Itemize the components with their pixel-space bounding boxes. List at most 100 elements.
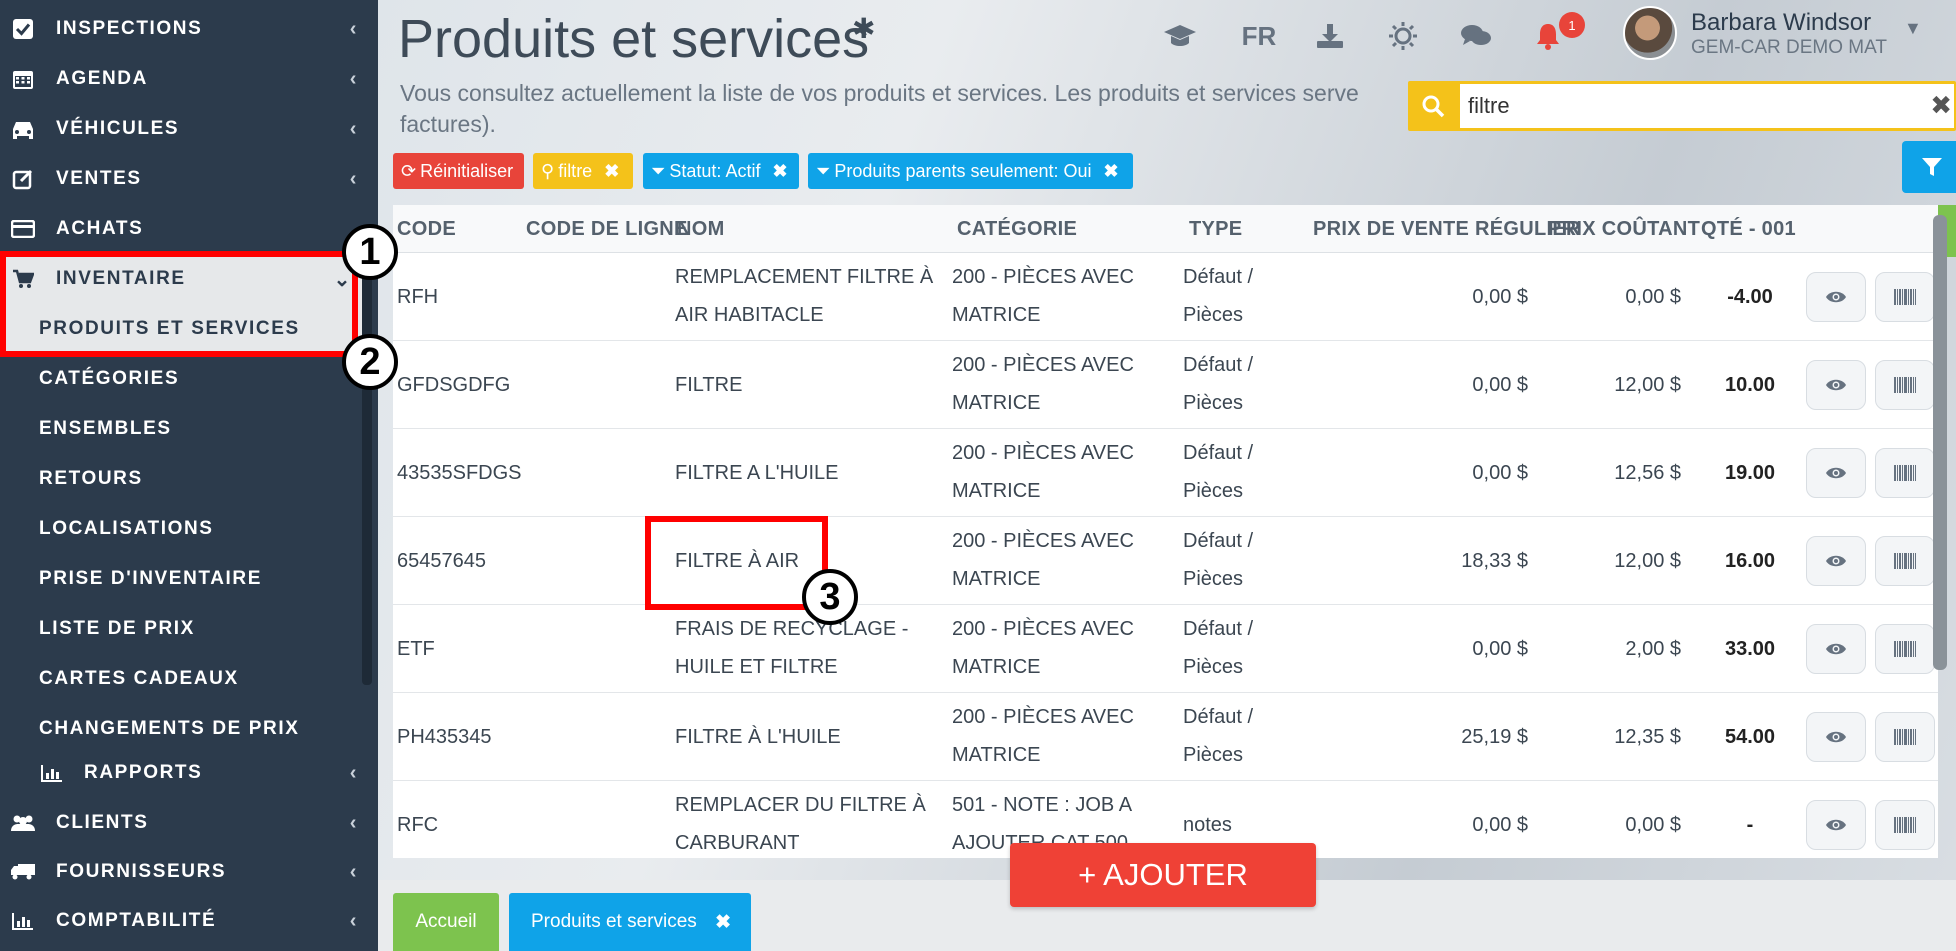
view-button[interactable] <box>1806 624 1866 674</box>
sidebar-subitem-changements-de-prix[interactable]: CHANGEMENTS DE PRIX <box>0 704 362 754</box>
avatar[interactable] <box>1623 6 1677 60</box>
add-button[interactable]: + AJOUTER <box>1010 843 1316 907</box>
column-header-code-ligne[interactable]: CODE DE LIGNE <box>526 205 688 253</box>
column-header-code[interactable]: CODE <box>397 205 456 253</box>
column-header-nom[interactable]: NOM <box>677 205 725 253</box>
cell-type-line: Défaut / <box>1183 706 1254 728</box>
table-row[interactable]: 43535SFDGS FILTRE A L'HUILE 200 - PIÈCES … <box>393 429 1938 517</box>
cell-categorie-line: 200 - PIÈCES AVEC <box>952 530 1134 552</box>
bar-chart-icon <box>10 910 36 932</box>
barcode-icon <box>1894 641 1916 657</box>
sidebar-subitem-label: PRISE D'INVENTAIRE <box>39 568 262 589</box>
chevron-left-icon: ‹ <box>349 860 358 883</box>
barcode-button[interactable] <box>1875 712 1935 762</box>
cell-code: RFC <box>397 814 439 836</box>
table-row[interactable]: 65457645 FILTRE À AIR 200 - PIÈCES AVEC M… <box>393 517 1938 605</box>
sidebar-item-ventes[interactable]: VENTES ‹ <box>0 154 378 204</box>
sidebar-item-clients[interactable]: CLIENTS ‹ <box>0 798 378 848</box>
gear-icon[interactable]: ✱ <box>852 12 875 45</box>
annotation-marker: 1 <box>342 224 398 280</box>
reset-filters-button[interactable]: ⟳ Réinitialiser <box>393 153 524 189</box>
sidebar-subitem-cartes-cadeaux[interactable]: CARTES CADEAUX <box>0 654 362 704</box>
sidebar-item-achats[interactable]: ACHATS <box>0 204 378 254</box>
table-row[interactable]: PH435345 FILTRE À L'HUILE 200 - PIÈCES AV… <box>393 693 1938 781</box>
column-header-categorie[interactable]: CATÉGORIE <box>957 205 1077 253</box>
barcode-button[interactable] <box>1875 360 1935 410</box>
search-icon[interactable] <box>1408 81 1458 131</box>
sidebar-subitem-label: CARTES CADEAUX <box>39 668 239 689</box>
table-row[interactable]: GFDSGDFG FILTRE 200 - PIÈCES AVEC MATRICE… <box>393 341 1938 429</box>
view-button[interactable] <box>1806 272 1866 322</box>
eye-icon <box>1826 819 1846 831</box>
column-header-type[interactable]: TYPE <box>1189 205 1242 253</box>
barcode-button[interactable] <box>1875 448 1935 498</box>
sidebar-subitem-categories[interactable]: CATÉGORIES <box>0 354 362 404</box>
sidebar-subitem-prise-inventaire[interactable]: PRISE D'INVENTAIRE <box>0 554 362 604</box>
tab-accueil[interactable]: Accueil <box>393 893 499 951</box>
parents-filter-chip[interactable]: ⏷ Produits parents seulement: Oui ✖ <box>808 153 1133 189</box>
table-scrollbar[interactable] <box>1933 215 1947 670</box>
sidebar-scrollbar[interactable] <box>362 260 372 685</box>
filter-panel-button[interactable] <box>1902 141 1956 193</box>
user-name[interactable]: Barbara Windsor <box>1691 9 1871 37</box>
chat-icon[interactable] <box>1456 18 1496 54</box>
cell-code: 43535SFDGS <box>397 462 522 484</box>
barcode-icon <box>1894 377 1916 393</box>
search-input[interactable] <box>1460 84 1954 128</box>
brightness-icon[interactable] <box>1383 18 1423 54</box>
sidebar-item-label: VENTES <box>56 168 142 189</box>
view-button[interactable] <box>1806 800 1866 850</box>
cell-type-line: Défaut / <box>1183 266 1254 288</box>
barcode-button[interactable] <box>1875 624 1935 674</box>
page-description-line: factures). <box>400 111 496 137</box>
barcode-button[interactable] <box>1875 800 1935 850</box>
close-icon[interactable]: ✖ <box>772 161 787 182</box>
sidebar-item-agenda[interactable]: AGENDA ‹ <box>0 54 378 104</box>
credit-card-icon <box>10 218 36 240</box>
close-icon[interactable]: ✖ <box>1104 161 1119 182</box>
sidebar-item-inspections[interactable]: INSPECTIONS ‹ <box>0 4 378 54</box>
download-icon[interactable] <box>1310 18 1350 54</box>
sidebar-subitem-rapports[interactable]: RAPPORTS ‹ <box>0 748 378 798</box>
column-header-qte[interactable]: QTÉ - 001 <box>1701 205 1796 253</box>
table-row[interactable]: ETF FRAIS DE RECYCLAGE - HUILE ET FILTRE… <box>393 605 1938 693</box>
filter-icon: ⏷ <box>816 160 831 181</box>
cell-nom-line: AIR HABITACLE <box>675 304 824 326</box>
cell-code: RFH <box>397 286 439 308</box>
barcode-icon <box>1894 817 1916 833</box>
sidebar-subitem-ensembles[interactable]: ENSEMBLES <box>0 404 362 454</box>
products-table: CODE CODE DE LIGNE NOM CATÉGORIE TYPE PR… <box>393 205 1938 858</box>
column-header-prix-coutant[interactable]: PRIX COÛTANT <box>1548 205 1700 253</box>
barcode-button[interactable] <box>1875 536 1935 586</box>
view-button[interactable] <box>1806 536 1866 586</box>
status-filter-chip[interactable]: ⏷ Statut: Actif ✖ <box>643 153 799 189</box>
chevron-left-icon: ‹ <box>349 909 358 932</box>
view-button[interactable] <box>1806 448 1866 498</box>
language-selector[interactable]: FR <box>1236 18 1282 54</box>
sidebar-subitem-localisations[interactable]: LOCALISATIONS <box>0 504 362 554</box>
cell-qte: 10.00 <box>1724 374 1776 396</box>
column-header-prix-vente[interactable]: PRIX DE VENTE RÉGULIER <box>1313 205 1581 253</box>
view-button[interactable] <box>1806 360 1866 410</box>
cell-nom: REMPLACER DU FILTRE À CARBURANT <box>675 786 926 858</box>
sidebar-subitem-liste-de-prix[interactable]: LISTE DE PRIX <box>0 604 362 654</box>
chevron-left-icon: ‹ <box>349 761 358 784</box>
close-icon[interactable]: ✖ <box>604 161 619 182</box>
cell-prix-vente: 0,00 $ <box>1472 638 1528 660</box>
close-icon[interactable]: ✖ <box>715 911 731 934</box>
table-row[interactable]: RFH REMPLACEMENT FILTRE À AIR HABITACLE … <box>393 253 1938 341</box>
sidebar-item-vehicules[interactable]: VÉHICULES ‹ <box>0 104 378 154</box>
search-filter-chip[interactable]: ⚲ filtre ✖ <box>533 153 633 189</box>
cell-type: Défaut / Pièces <box>1183 258 1253 334</box>
cell-categorie-line: MATRICE <box>952 480 1041 502</box>
tab-produits-et-services[interactable]: Produits et services ✖ <box>509 893 751 951</box>
caret-down-icon[interactable]: ▼ <box>1904 18 1922 39</box>
view-button[interactable] <box>1806 712 1866 762</box>
sidebar-subitem-retours[interactable]: RETOURS <box>0 454 362 504</box>
barcode-button[interactable] <box>1875 272 1935 322</box>
cell-prix-vente: 0,00 $ <box>1472 374 1528 396</box>
sidebar-item-comptabilite[interactable]: COMPTABILITÉ ‹ <box>0 896 378 946</box>
sidebar-item-fournisseurs[interactable]: FOURNISSEURS ‹ <box>0 847 378 897</box>
close-icon[interactable]: ✖ <box>1930 90 1952 121</box>
graduation-cap-icon[interactable] <box>1158 18 1202 54</box>
